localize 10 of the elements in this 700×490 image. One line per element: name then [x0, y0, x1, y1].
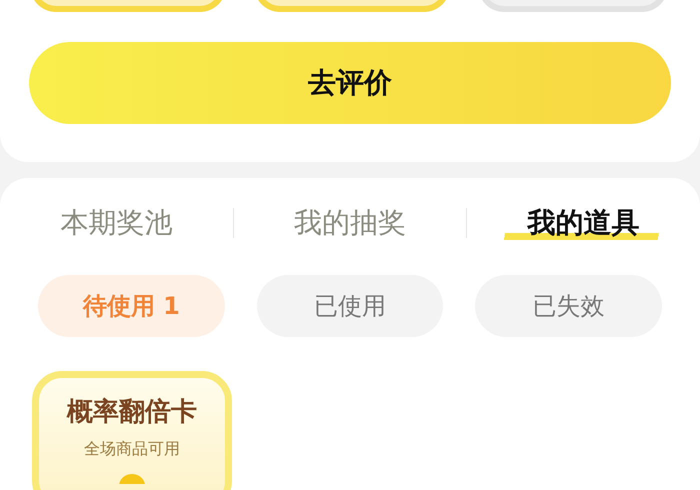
review-button[interactable]: 去评价: [29, 42, 671, 124]
tab[interactable]: 我的抽奖: [234, 200, 466, 246]
tab[interactable]: 本期奖池: [0, 200, 233, 246]
item-title: 概率翻倍卡: [67, 396, 197, 429]
item-card[interactable]: 概率翻倍卡 全场商品可用: [32, 371, 232, 490]
filter-chip[interactable]: 已失效: [475, 275, 662, 337]
filter-chip[interactable]: 已使用: [256, 275, 444, 337]
coin-icon: [117, 472, 147, 484]
filter-chip[interactable]: 待使用 1: [38, 275, 225, 337]
item-subtitle: 全场商品可用: [84, 439, 180, 460]
